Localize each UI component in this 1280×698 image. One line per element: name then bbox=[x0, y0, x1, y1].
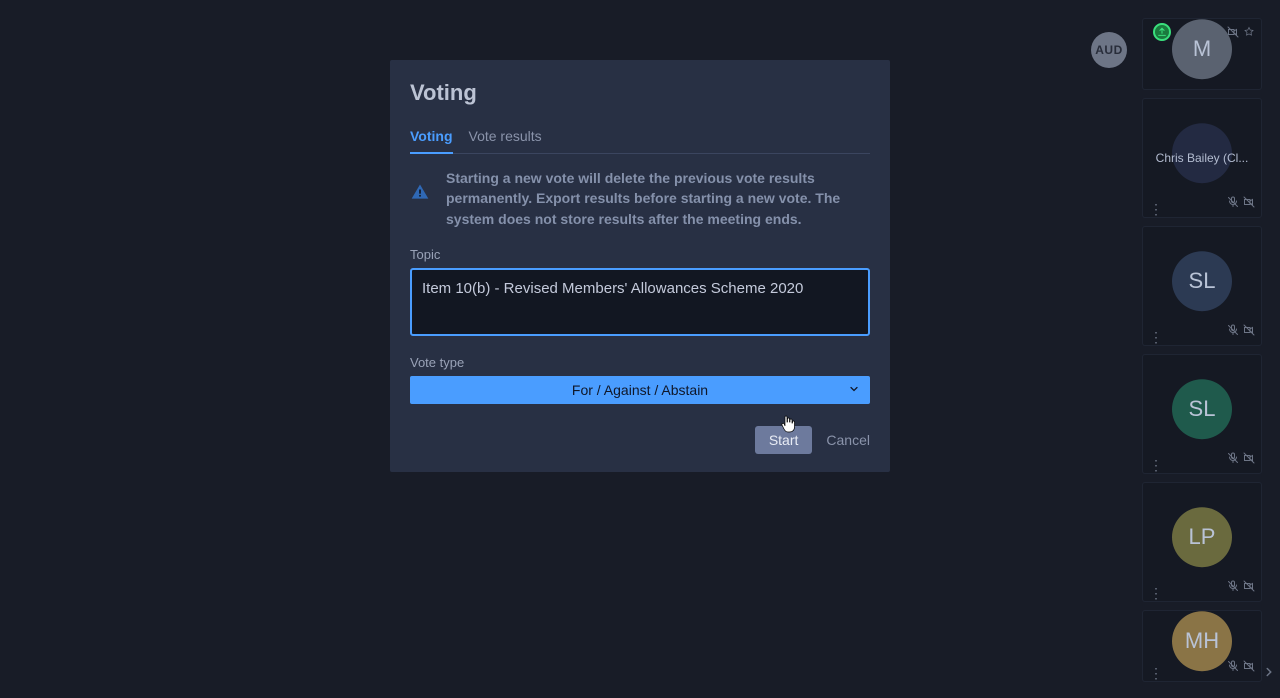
more-options-icon[interactable]: ⋮ bbox=[1149, 589, 1163, 597]
audio-only-badge: AUD bbox=[1091, 32, 1127, 68]
mic-muted-icon bbox=[1227, 195, 1239, 213]
chevron-down-icon bbox=[848, 382, 860, 398]
avatar: SL bbox=[1172, 251, 1232, 311]
tile-status-icons bbox=[1227, 579, 1255, 597]
voting-modal: Voting Voting Vote results Starting a ne… bbox=[390, 60, 890, 472]
tile-status-icons bbox=[1227, 659, 1255, 677]
camera-off-icon bbox=[1243, 659, 1255, 677]
tile-status-icons bbox=[1227, 195, 1255, 213]
warning-text: Starting a new vote will delete the prev… bbox=[446, 168, 870, 229]
more-options-icon[interactable]: ⋮ bbox=[1149, 461, 1163, 469]
avatar: SL bbox=[1172, 379, 1232, 439]
tab-vote-results[interactable]: Vote results bbox=[469, 128, 542, 153]
camera-off-icon bbox=[1243, 579, 1255, 597]
modal-tabs: Voting Vote results bbox=[410, 128, 870, 154]
vote-type-select[interactable]: For / Against / Abstain bbox=[410, 376, 870, 404]
mic-muted-icon bbox=[1227, 323, 1239, 341]
participant-tile[interactable]: SL ⋮ bbox=[1142, 226, 1262, 346]
topic-input[interactable] bbox=[410, 268, 870, 336]
vote-type-label: Vote type bbox=[410, 355, 870, 370]
camera-off-icon bbox=[1243, 451, 1255, 469]
participant-tile[interactable]: Chris Bailey (Cl... ⋮ bbox=[1142, 98, 1262, 218]
avatar: LP bbox=[1172, 507, 1232, 567]
camera-off-icon bbox=[1243, 195, 1255, 213]
warning-icon bbox=[410, 168, 434, 229]
participants-panel: M Chris Bailey (Cl... ⋮ SL ⋮ SL ⋮ LP ⋮ MH ⋮ bbox=[1142, 18, 1268, 682]
participant-tile[interactable]: MH ⋮ bbox=[1142, 610, 1262, 682]
camera-off-icon bbox=[1243, 323, 1255, 341]
tile-status-icons bbox=[1227, 25, 1255, 43]
mic-muted-icon bbox=[1227, 579, 1239, 597]
participant-tile[interactable]: SL ⋮ bbox=[1142, 354, 1262, 474]
participant-tile[interactable]: LP ⋮ bbox=[1142, 482, 1262, 602]
warning-banner: Starting a new vote will delete the prev… bbox=[410, 168, 870, 229]
vote-type-value: For / Against / Abstain bbox=[572, 382, 708, 398]
start-button[interactable]: Start bbox=[755, 426, 813, 454]
tab-voting[interactable]: Voting bbox=[410, 128, 453, 154]
scroll-down-chevron[interactable] bbox=[1262, 665, 1276, 684]
cancel-button[interactable]: Cancel bbox=[826, 432, 870, 448]
participant-name: Chris Bailey (Cl... bbox=[1143, 151, 1261, 165]
mic-muted-icon bbox=[1227, 659, 1239, 677]
more-options-icon[interactable]: ⋮ bbox=[1149, 333, 1163, 341]
tile-status-icons bbox=[1227, 323, 1255, 341]
participant-tile[interactable]: M bbox=[1142, 18, 1262, 90]
more-options-icon[interactable]: ⋮ bbox=[1149, 669, 1163, 677]
topic-label: Topic bbox=[410, 247, 870, 262]
star-icon bbox=[1243, 25, 1255, 43]
mic-muted-icon bbox=[1227, 451, 1239, 469]
avatar: MH bbox=[1172, 611, 1232, 671]
more-options-icon[interactable]: ⋮ bbox=[1149, 205, 1163, 213]
camera-off-icon bbox=[1227, 25, 1239, 43]
tile-status-icons bbox=[1227, 451, 1255, 469]
screen-share-icon bbox=[1153, 23, 1171, 41]
modal-title: Voting bbox=[410, 80, 870, 106]
avatar: M bbox=[1172, 19, 1232, 79]
